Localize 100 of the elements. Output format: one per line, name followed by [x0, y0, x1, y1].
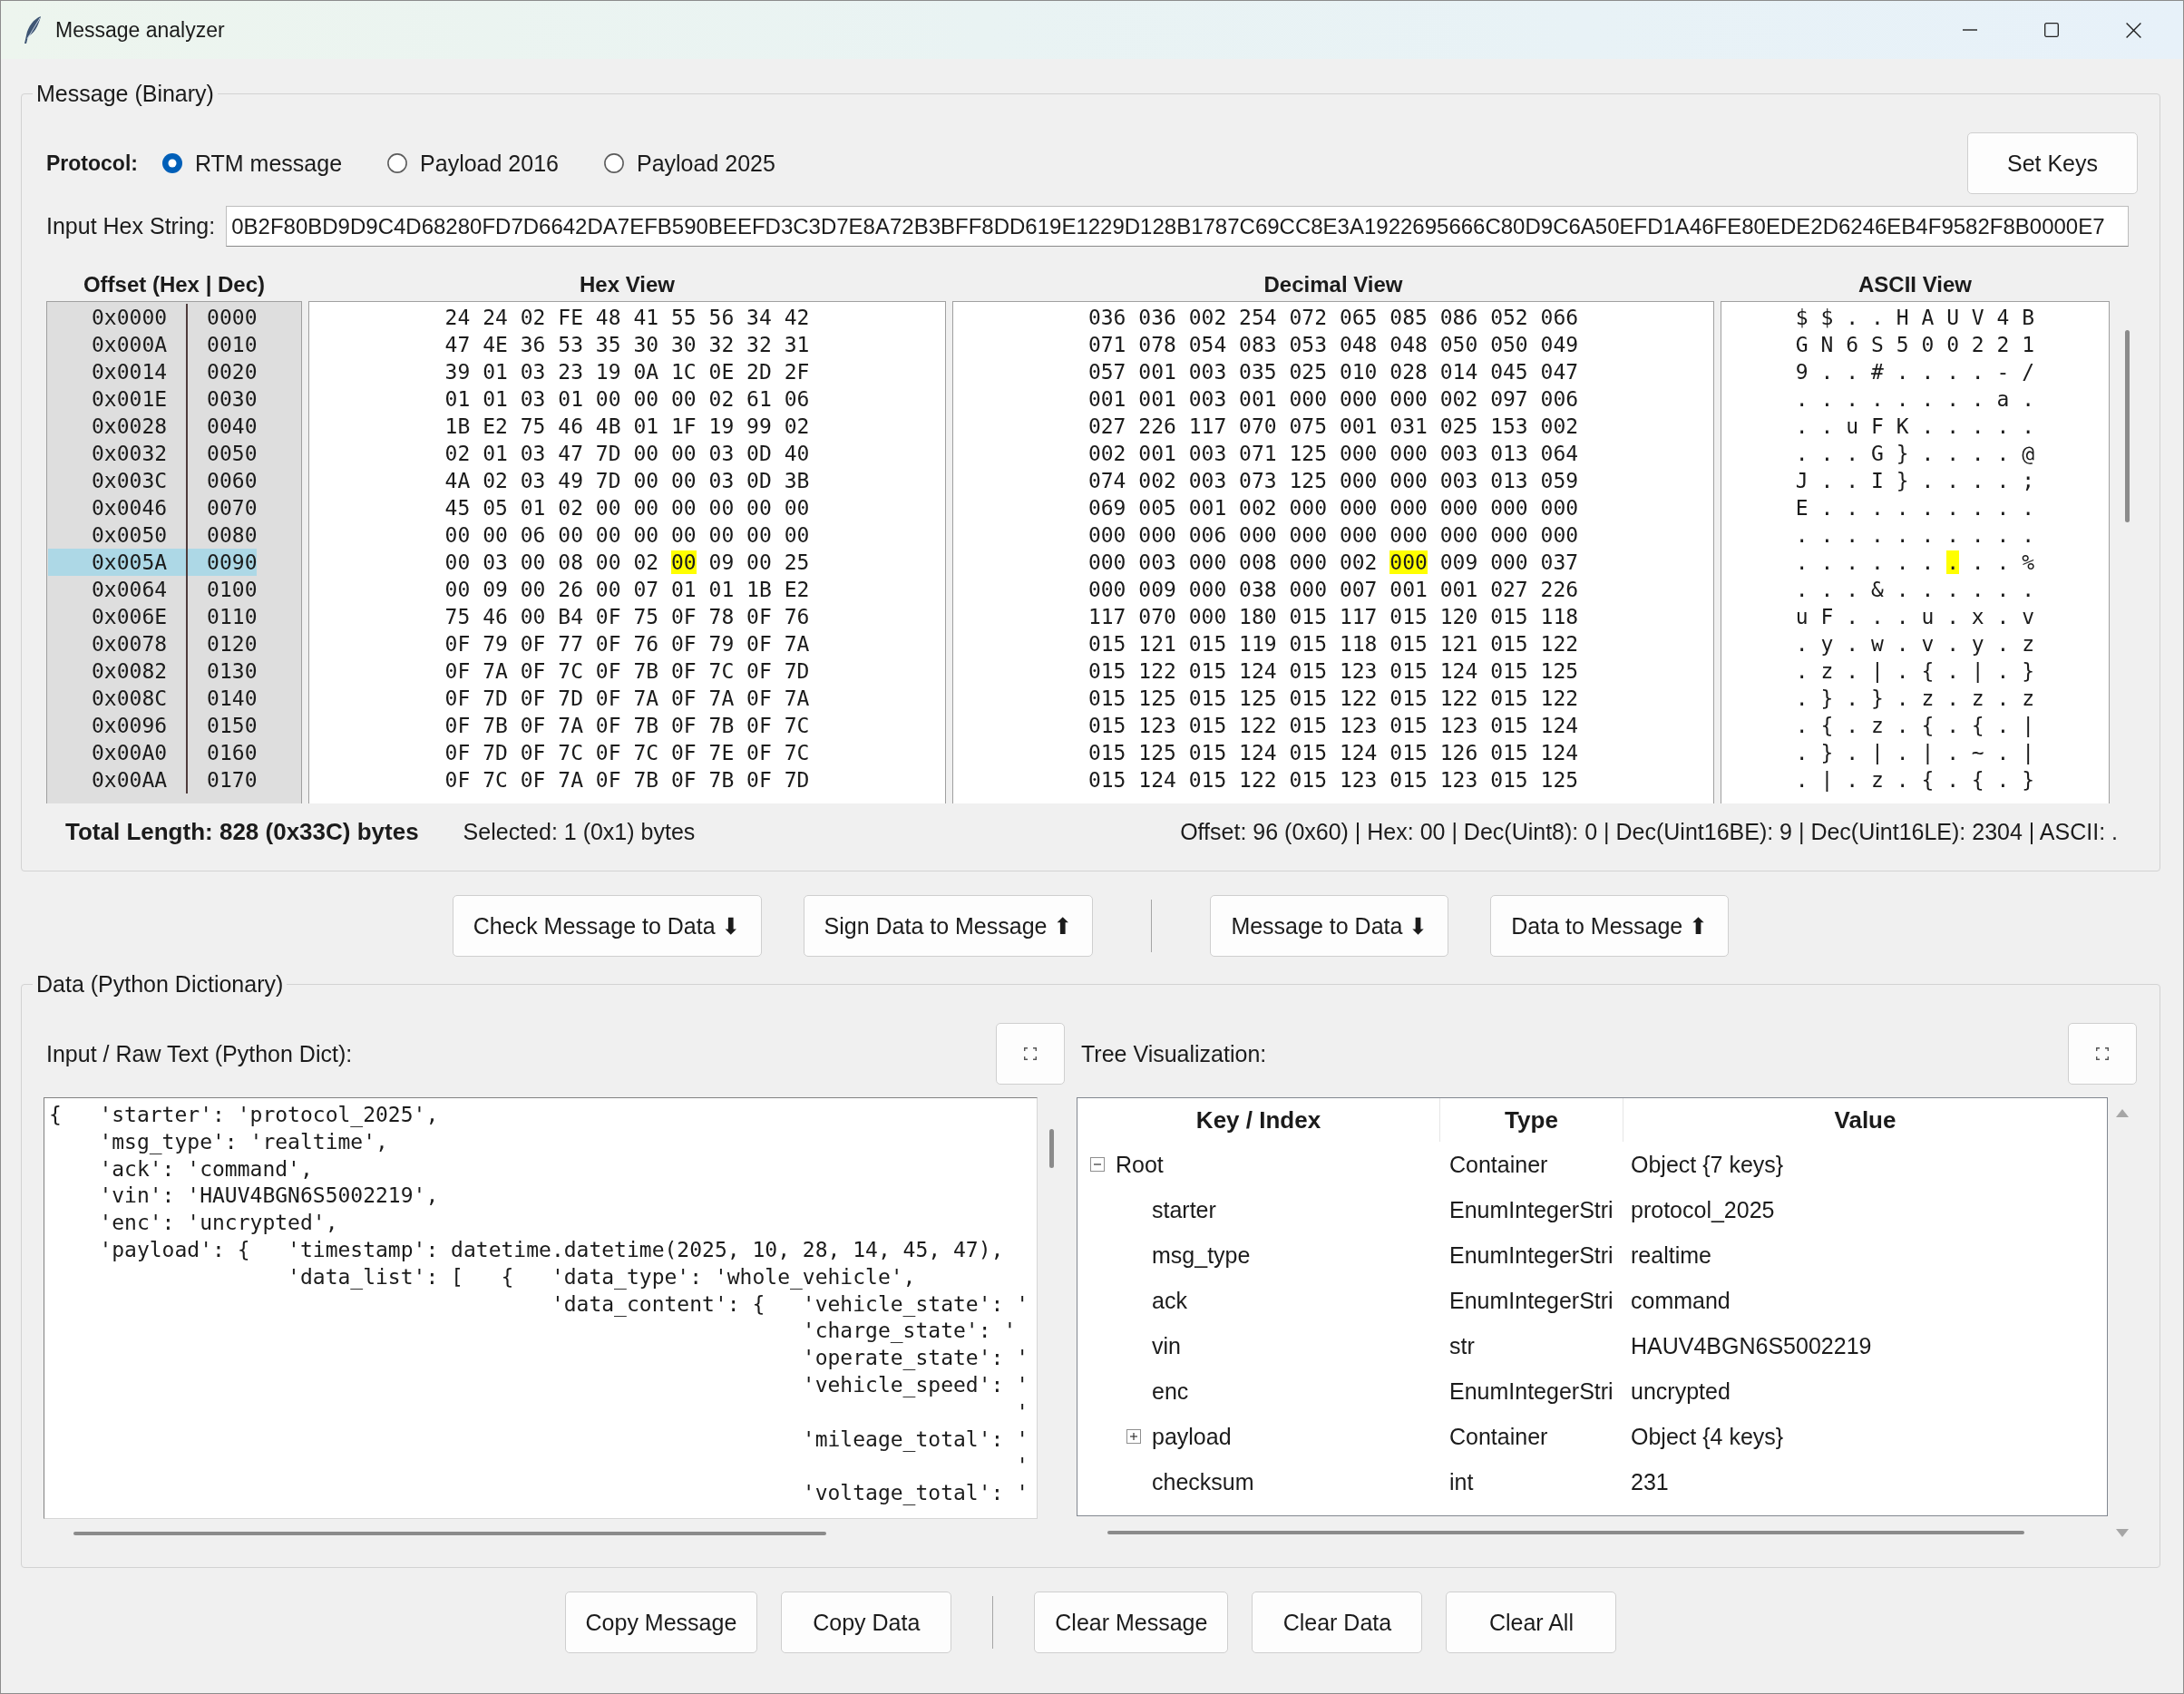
fullscreen-icon — [1024, 1047, 1037, 1060]
offset-dec: 0060 — [207, 468, 258, 494]
command-button[interactable]: Copy Message — [564, 1592, 758, 1653]
ascii-char: . — [1896, 741, 1909, 764]
scroll-down-icon[interactable] — [2116, 1529, 2129, 1537]
hex-byte: 4E — [483, 333, 508, 356]
scrollbar-thumb[interactable] — [1107, 1530, 2024, 1534]
decimal-byte: 126 — [1439, 741, 1478, 764]
decimal-byte: 003 — [1188, 387, 1227, 411]
hex-byte: B4 — [558, 605, 583, 628]
maximize-icon[interactable] — [2044, 23, 2059, 37]
fullscreen-button[interactable] — [2068, 1023, 2137, 1085]
hex-byte: 0D — [746, 442, 772, 465]
ascii-char: . — [1820, 469, 1834, 492]
command-button[interactable]: Clear Message — [1034, 1592, 1229, 1653]
ascii-char: . — [1921, 360, 1935, 384]
offset-dec: 0050 — [207, 441, 258, 467]
hex-byte: 02 — [558, 496, 583, 520]
tree-key[interactable]: vin — [1152, 1332, 1181, 1359]
decimal-byte: 007 — [1339, 578, 1378, 601]
command-button[interactable]: Data to Message ⬆ — [1490, 895, 1730, 957]
offset-hex: 0x008C — [92, 686, 168, 712]
radio-icon[interactable] — [161, 153, 182, 173]
tree-key[interactable]: Root — [1116, 1151, 1164, 1178]
ascii-char: . — [1946, 632, 1959, 656]
column-header[interactable]: Type — [1505, 1105, 1558, 1134]
tree-key[interactable]: starter — [1152, 1196, 1216, 1223]
ascii-char: . — [1795, 768, 1809, 792]
hex-byte: 24 — [483, 306, 508, 329]
text-area[interactable]: { 'starter': 'protocol_2025', 'msg_type': 'realtime', 'ack': 'command', 'vin': 'HAUV4BGN6S5002219', 'enc': 'uncrypted', 'payload': { 'timestamp': datetime.datetime(2025, 10, 28, 14, 45, 47), 'data_list': [ { 'data_type': 'whole_vehicle', 'data_content': { 'vehicle_state': ' 'charge_state': ' 'operate_state': ' 'vehicle_speed': ' ' 'mileage_total': ' ' 'voltage_total': ' — [44, 1097, 1038, 1519]
command-button[interactable]: Check Message to Data ⬇ — [452, 895, 762, 957]
fullscreen-button[interactable] — [996, 1023, 1065, 1085]
scrollbar-thumb[interactable] — [2124, 330, 2130, 522]
offset-hex: 0x0014 — [92, 359, 168, 385]
ascii-char: . — [1846, 360, 1859, 384]
tree-key[interactable]: ack — [1152, 1287, 1187, 1314]
hex-byte: 01 — [444, 387, 471, 411]
close-icon[interactable] — [2125, 22, 2141, 38]
decimal-byte: 000 — [1389, 387, 1428, 411]
ascii-char: . — [1846, 686, 1859, 710]
scrollbar-thumb[interactable] — [1048, 1129, 1054, 1168]
ascii-char: | — [1921, 741, 1935, 764]
decimal-byte: 015 — [1389, 605, 1428, 628]
offset-row[interactable]: 0x005A 0090 — [48, 549, 258, 576]
expand-icon[interactable] — [1126, 1429, 1141, 1444]
ascii-char: . — [1996, 550, 2010, 574]
hex-byte: 0E — [708, 360, 735, 384]
radio-option[interactable]: RTM message — [161, 150, 343, 177]
column-header[interactable]: Value — [1834, 1105, 1896, 1134]
decimal-byte: 001 — [1138, 442, 1176, 465]
hex-byte: 03 — [520, 469, 546, 492]
raw-text-label: Input / Raw Text (Python Dict): — [46, 1040, 353, 1067]
offset-hex: 0x00AA — [92, 767, 168, 793]
hex-byte: 46 — [558, 414, 583, 438]
tree-key[interactable]: msg_type — [1152, 1241, 1251, 1269]
collapse-icon[interactable] — [1090, 1157, 1105, 1172]
radio-icon[interactable] — [387, 153, 408, 173]
ascii-char: } — [2022, 659, 2035, 683]
hex-byte: 00 — [671, 442, 697, 465]
offset-hex: 0x005A — [92, 550, 168, 576]
decimal-byte: 125 — [1540, 659, 1579, 683]
scrollbar-thumb[interactable] — [73, 1532, 826, 1535]
decimal-byte: 118 — [1540, 605, 1579, 628]
decimal-byte: 122 — [1439, 686, 1478, 710]
ascii-char: . — [1896, 714, 1909, 737]
tree-key[interactable]: checksum — [1152, 1468, 1254, 1495]
hex-byte: 00 — [671, 496, 697, 520]
hex-byte: 19 — [708, 414, 735, 438]
tree-key[interactable]: payload — [1152, 1423, 1232, 1450]
decimal-byte: 125 — [1540, 768, 1579, 792]
tree-key[interactable]: enc — [1152, 1378, 1189, 1405]
radio-option[interactable]: Payload 2016 — [387, 150, 559, 177]
hex-byte: 34 — [746, 306, 772, 329]
hex-input-field[interactable]: 0B2F80BD9D9C4D68280FD7D6642DA7EFB590BEEFD3C3D7E8A72B3BFF8DD619E1229D128B1787C69CC8E3A1922695666C80D9C6A50EFD1A46FE80EDE2D6246EB4F9582F8B0000E7 — [226, 206, 2129, 247]
decimal-byte: 083 — [1239, 333, 1277, 356]
scroll-up-icon[interactable] — [2116, 1109, 2129, 1117]
radio-option[interactable]: Payload 2025 — [603, 150, 775, 177]
ascii-char: . — [1795, 442, 1809, 465]
hex-byte: 75 — [444, 605, 471, 628]
hex-byte: 79 — [708, 632, 735, 656]
hex-byte: 0F — [595, 605, 621, 628]
ascii-char: . — [1896, 659, 1909, 683]
hex-byte: 0F — [746, 741, 772, 764]
hex-byte: 02 — [633, 550, 659, 574]
decimal-byte: 001 — [1188, 496, 1227, 520]
hex-byte: 35 — [595, 333, 621, 356]
hex-byte: 39 — [444, 360, 471, 384]
command-button[interactable]: Clear All — [1446, 1592, 1617, 1653]
hex-byte: 41 — [633, 306, 659, 329]
set-keys-button[interactable]: Set Keys — [1967, 132, 2138, 194]
column-header[interactable]: Key / Index — [1195, 1105, 1321, 1134]
ascii-char: . — [1996, 442, 2010, 465]
decimal-byte: 069 — [1087, 496, 1126, 520]
ascii-char: . — [1971, 414, 1984, 438]
command-button[interactable]: Sign Data to Message ⬆ — [803, 895, 1094, 957]
ascii-char: B — [2022, 306, 2035, 329]
radio-icon[interactable] — [603, 153, 624, 173]
command-button[interactable]: Message to Data ⬇ — [1210, 895, 1449, 957]
command-button[interactable]: Copy Data — [781, 1592, 952, 1653]
command-button[interactable]: Clear Data — [1252, 1592, 1423, 1653]
